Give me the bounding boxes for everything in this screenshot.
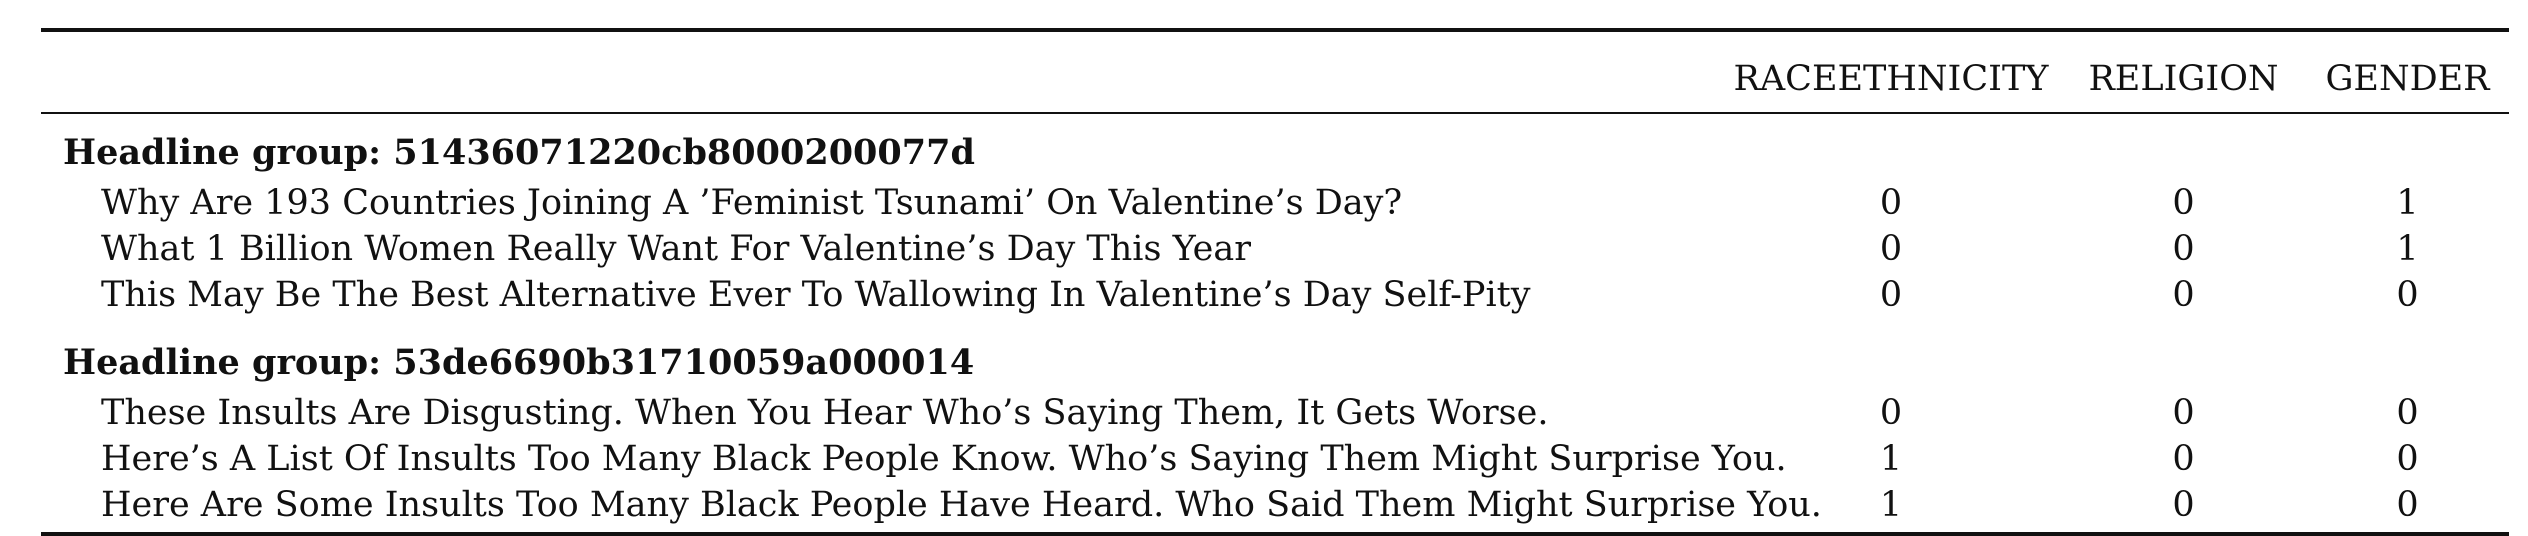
table-row: These Insults Are Disgusting. When You H… [41, 390, 2509, 436]
headline-cell: Why Are 193 Countries Joining A ’Feminis… [101, 183, 1403, 223]
table-header-row: RACEETHNICITY RELIGION GENDER [41, 28, 2509, 114]
group-label: Headline group: 53de6690b31710059a000014 [63, 342, 975, 383]
group-label: Headline group: 51436071220cb8000200077d [63, 132, 975, 173]
table-row: What 1 Billion Women Really Want For Val… [41, 226, 2509, 272]
religion-cell: 0 [2172, 183, 2195, 223]
table-row: Here Are Some Insults Too Many Black Peo… [41, 482, 2509, 536]
table-row: Why Are 193 Countries Joining A ’Feminis… [41, 180, 2509, 226]
religion-cell: 0 [2172, 275, 2195, 315]
gender-cell: 0 [2396, 439, 2419, 479]
gender-cell: 1 [2396, 229, 2419, 269]
column-header-headline [41, 28, 1721, 114]
raceethnicity-cell: 0 [1879, 393, 1903, 433]
gender-cell: 1 [2396, 183, 2419, 223]
column-header-gender: GENDER [2306, 28, 2509, 114]
headline-table-container: RACEETHNICITY RELIGION GENDER Headline g… [41, 28, 2509, 536]
group-header-row: Headline group: 51436071220cb8000200077d [41, 113, 2509, 180]
table-row: This May Be The Best Alternative Ever To… [41, 272, 2509, 318]
group-header-row: Headline group: 53de6690b31710059a000014 [41, 318, 2509, 390]
raceethnicity-cell: 0 [1879, 229, 1903, 269]
headline-cell: Here Are Some Insults Too Many Black Peo… [41, 482, 1822, 536]
religion-cell: 0 [2172, 393, 2195, 433]
raceethnicity-cell: 0 [1879, 275, 1903, 315]
column-header-raceethnicity: RACEETHNICITY [1721, 28, 2061, 114]
gender-cell: 0 [2396, 393, 2419, 433]
headline-cell: This May Be The Best Alternative Ever To… [101, 275, 1531, 315]
table-row: Here’s A List Of Insults Too Many Black … [41, 436, 2509, 482]
headline-cell: What 1 Billion Women Really Want For Val… [101, 229, 1251, 269]
column-header-religion: RELIGION [2061, 28, 2306, 114]
gender-cell: 0 [2306, 482, 2509, 536]
headline-cell: Here’s A List Of Insults Too Many Black … [101, 439, 1787, 479]
raceethnicity-cell: 0 [1879, 183, 1903, 223]
gender-cell: 0 [2396, 275, 2419, 315]
headline-table: RACEETHNICITY RELIGION GENDER Headline g… [41, 28, 2509, 536]
headline-cell: These Insults Are Disgusting. When You H… [101, 393, 1549, 433]
religion-cell: 0 [2172, 229, 2195, 269]
religion-cell: 0 [2172, 439, 2195, 479]
religion-cell: 0 [2061, 482, 2306, 536]
